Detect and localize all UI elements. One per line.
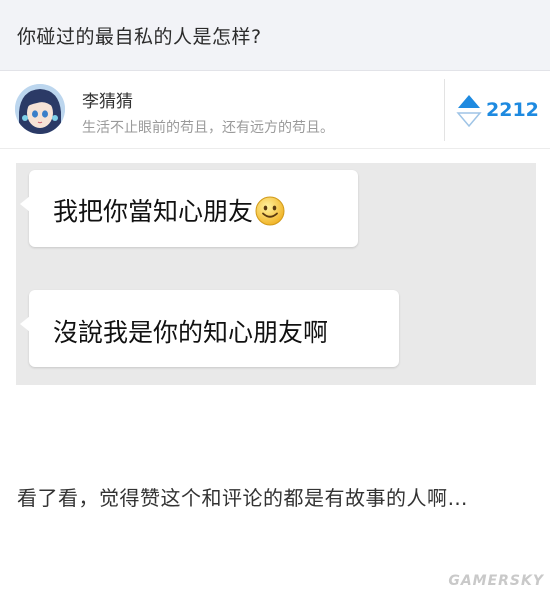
vote-count: 2212 [486, 99, 539, 121]
chat-screenshot: 我把你當知心朋友 沒說我是你的知心朋友啊 [16, 163, 536, 385]
avatar-image-icon [15, 84, 65, 134]
author-bio: 生活不止眼前的苟且，还有远方的苟且。 [82, 120, 334, 136]
smiley-emoji-icon [255, 196, 285, 232]
chat-message-text: 沒說我是你的知心朋友啊 [53, 318, 329, 347]
answer-author-bar: 李猜猜 生活不止眼前的苟且，还有远方的苟且。 2212 [0, 71, 550, 149]
question-title[interactable]: 你碰过的最自私的人是怎样? [17, 22, 262, 49]
watermark: GAMERSKY [448, 573, 544, 589]
author-avatar[interactable] [15, 84, 65, 134]
answer-text: 看了看，觉得赞这个和评论的都是有故事的人啊… [17, 486, 468, 510]
author-name[interactable]: 李猜猜 [82, 87, 133, 112]
divider [444, 79, 445, 141]
upvote-arrow-icon [456, 95, 482, 128]
chat-bubble: 沒說我是你的知心朋友啊 [20, 290, 399, 367]
question-header: 你碰过的最自私的人是怎样? [0, 0, 550, 71]
chat-bubble: 我把你當知心朋友 [20, 170, 358, 247]
chat-message-text: 我把你當知心朋友 [53, 197, 254, 226]
upvote-button[interactable]: 2212 [456, 93, 546, 129]
